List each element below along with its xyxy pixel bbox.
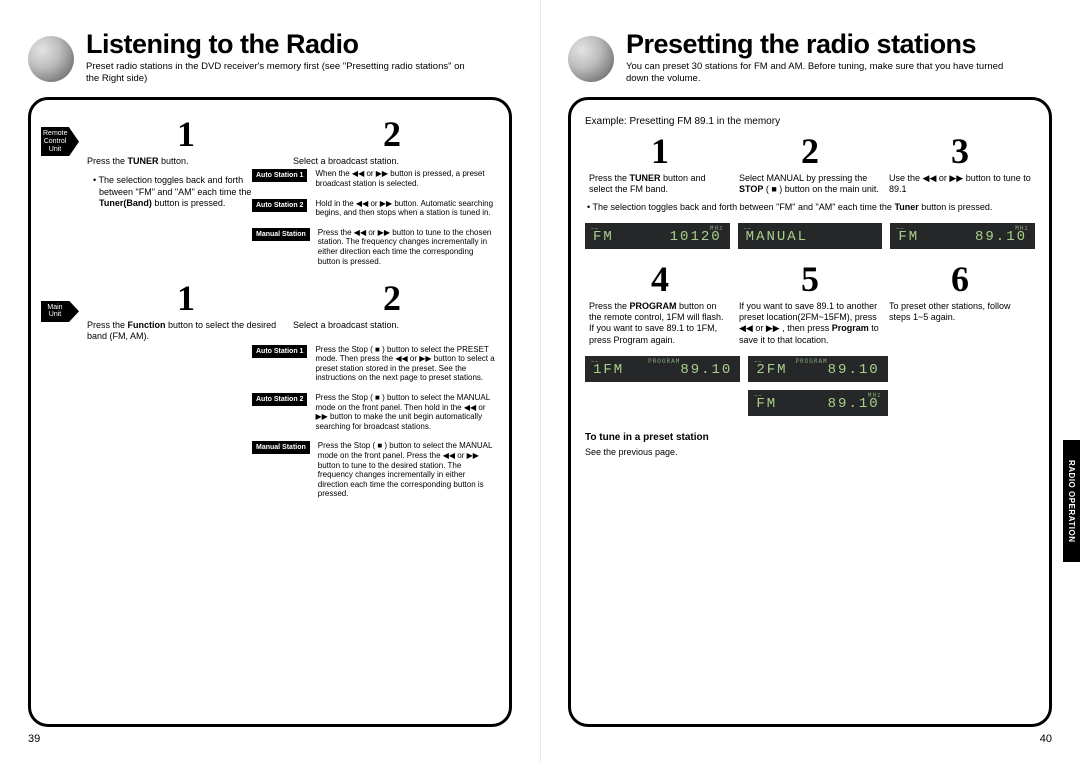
table-row: Auto Station 1Press the Stop ( ■ ) butto… xyxy=(252,345,495,383)
main-mini-table: Auto Station 1Press the Stop ( ■ ) butto… xyxy=(252,345,495,499)
step4-text: Press the PROGRAM button on the remote c… xyxy=(589,301,731,346)
display-row-2: ⎯⎯PROGRAM1FM89.10 ⎯⎯PROGRAM2FM89.10 ⎯⎯FM… xyxy=(585,356,1035,416)
main-step2-text: Select a broadcast station. xyxy=(293,320,491,331)
intro-right: You can preset 30 stations for FM and AM… xyxy=(626,61,1016,85)
step5-num: 5 xyxy=(801,261,819,297)
step3-num: 3 xyxy=(951,133,969,169)
main-step2-num: 2 xyxy=(383,280,401,316)
display-fm-final: ⎯⎯FM89.10MHz xyxy=(748,390,887,416)
page-num-right: 40 xyxy=(568,733,1052,745)
main-step1-text: Press the Function button to select the … xyxy=(87,320,285,343)
steps-row-2: 4 Press the PROGRAM button on the remote… xyxy=(585,261,1035,346)
remote-step1-num: 1 xyxy=(177,116,195,152)
tune-text: See the previous page. xyxy=(585,447,1035,457)
title-right: Presetting the radio stations xyxy=(626,30,1016,58)
display-fm-freq: ⎯⎯FM10120MHz xyxy=(585,223,730,249)
remote-step1-text: Press the TUNER button. xyxy=(87,156,285,167)
remote-mini-table: Auto Station 1When the ◀◀ or ▶▶ button i… xyxy=(252,169,495,266)
main-row: Main Unit 1 Press the Function button to… xyxy=(45,280,495,343)
table-row: Auto Station 2Hold in the ◀◀ or ▶▶ butto… xyxy=(252,199,495,218)
header-left: Listening to the Radio Preset radio stat… xyxy=(28,30,512,85)
frame-left: Remote Control Unit 1 Press the TUNER bu… xyxy=(28,97,512,727)
page-right: Presetting the radio stations You can pr… xyxy=(540,0,1080,763)
step1-num: 1 xyxy=(651,133,669,169)
step5-text: If you want to save 89.1 to another pres… xyxy=(739,301,881,346)
table-row: Manual StationPress the ◀◀ or ▶▶ button … xyxy=(252,228,495,266)
example-text: Example: Presetting FM 89.1 in the memor… xyxy=(585,116,1035,127)
step4-num: 4 xyxy=(651,261,669,297)
main-step1-num: 1 xyxy=(177,280,195,316)
remote-row: Remote Control Unit 1 Press the TUNER bu… xyxy=(45,116,495,167)
page-num-left: 39 xyxy=(28,733,512,745)
bullet-sphere-icon xyxy=(28,36,74,82)
remote-step2-text: Select a broadcast station. xyxy=(293,156,491,167)
header-right: Presetting the radio stations You can pr… xyxy=(568,30,1052,85)
table-row: Manual StationPress the Stop ( ■ ) butto… xyxy=(252,441,495,499)
step3-text: Use the ◀◀ or ▶▶ button to tune to 89.1 xyxy=(889,173,1031,196)
display-2fm: ⎯⎯PROGRAM2FM89.10 xyxy=(748,356,887,382)
table-row: Auto Station 2Press the Stop ( ■ ) butto… xyxy=(252,393,495,431)
page-left: Listening to the Radio Preset radio stat… xyxy=(0,0,540,763)
frame-right: Example: Presetting FM 89.1 in the memor… xyxy=(568,97,1052,727)
title-left: Listening to the Radio xyxy=(86,30,476,58)
page-divider xyxy=(540,0,541,763)
table-row: Auto Station 1When the ◀◀ or ▶▶ button i… xyxy=(252,169,495,188)
side-tab: RADIO OPERATION xyxy=(1063,440,1080,562)
remote-step2-num: 2 xyxy=(383,116,401,152)
bullet-sphere-icon xyxy=(568,36,614,82)
intro-left: Preset radio stations in the DVD receive… xyxy=(86,61,476,85)
main-label: Main Unit xyxy=(41,301,69,322)
steps-row-1: 1 Press the TUNER button and select the … xyxy=(585,133,1035,196)
step1-text: Press the TUNER button and select the FM… xyxy=(589,173,731,196)
display-manual: ⎯⎯MANUAL xyxy=(738,223,883,249)
right-bullet: • The selection toggles back and forth b… xyxy=(587,202,1035,213)
step6-num: 6 xyxy=(951,261,969,297)
display-1fm: ⎯⎯PROGRAM1FM89.10 xyxy=(585,356,740,382)
remote-label: Remote Control Unit xyxy=(41,127,69,156)
display-fm-891: ⎯⎯FM89.10MHz xyxy=(890,223,1035,249)
display-row-1: ⎯⎯FM10120MHz ⎯⎯MANUAL ⎯⎯FM89.10MHz xyxy=(585,223,1035,249)
step2-num: 2 xyxy=(801,133,819,169)
remote-bullet: • The selection toggles back and forth b… xyxy=(93,175,252,209)
step6-text: To preset other stations, follow steps 1… xyxy=(889,301,1031,324)
step2-text: Select MANUAL by pressing the STOP ( ■ )… xyxy=(739,173,881,196)
tune-header: To tune in a preset station xyxy=(585,432,1035,443)
